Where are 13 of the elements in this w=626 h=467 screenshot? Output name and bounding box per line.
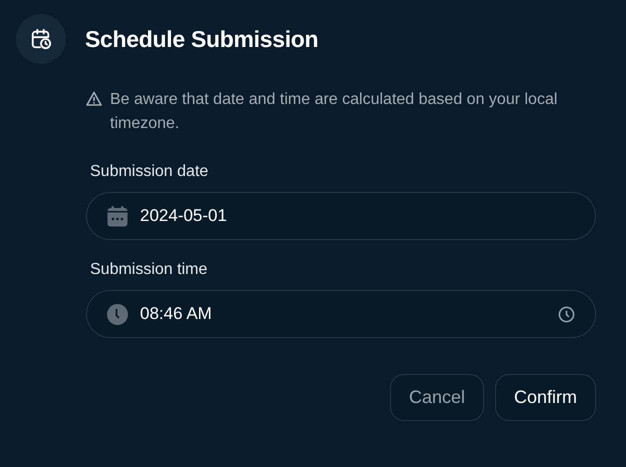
clock-icon[interactable]: [558, 306, 575, 322]
calendar-icon: [107, 206, 128, 226]
time-field[interactable]: 08:46 AM: [86, 290, 596, 338]
cancel-button[interactable]: Cancel: [390, 374, 484, 421]
field-label: Submission time: [90, 260, 208, 280]
timezone-warning: Be aware that date and time are calculated based on your local timezone.: [110, 90, 558, 134]
clock-icon: [107, 304, 128, 324]
calendar-clock-icon: [30, 28, 52, 50]
warning-icon: [86, 91, 102, 106]
confirm-button[interactable]: Confirm: [494, 374, 596, 421]
field-label: Submission date: [90, 162, 208, 182]
dialog-title: Schedule Submission: [85, 26, 318, 52]
date-field[interactable]: 2024-05-01: [86, 192, 596, 240]
